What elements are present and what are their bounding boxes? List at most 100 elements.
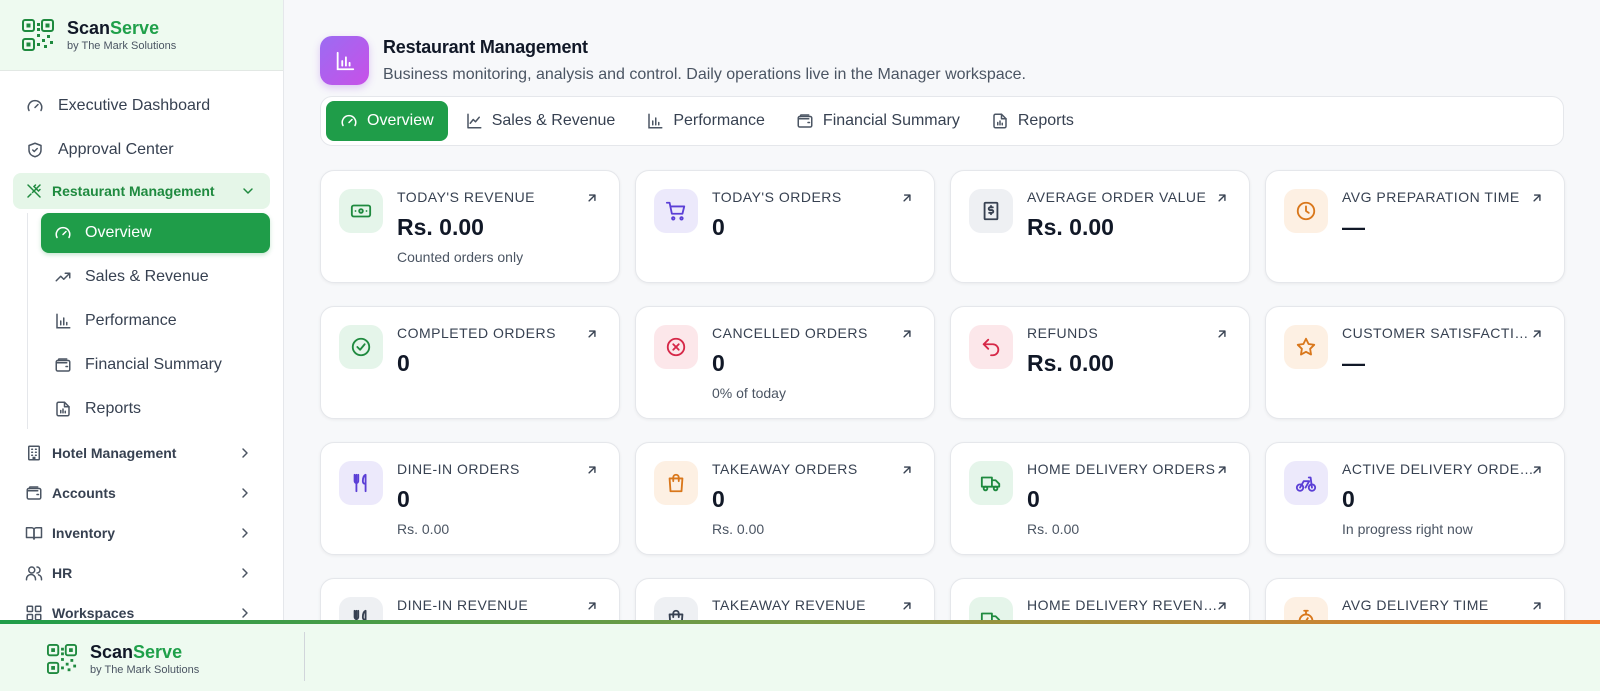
metric-value: Rs. 0.00 [1027, 350, 1114, 376]
sidebar-nav: Executive Dashboard Approval Center Rest… [0, 71, 283, 633]
line-chart-icon [465, 112, 483, 130]
metric-note: In progress right now [1342, 521, 1473, 537]
sidebar-section-inventory[interactable]: Inventory [0, 513, 283, 553]
check-circle-icon [339, 325, 383, 369]
sidebar-subitem-performance[interactable]: Performance [41, 301, 270, 341]
metric-value: 0 [397, 350, 410, 376]
sidebar-subitem-label: Reports [85, 400, 142, 417]
tab-overview[interactable]: Overview [326, 101, 448, 141]
brand-header[interactable]: ScanServe by The Mark Solutions [0, 0, 283, 71]
metric-value: 0 [712, 486, 725, 512]
metric-card-active-delivery-orders[interactable]: ACTIVE DELIVERY ORDERS 0 In progress rig… [1265, 442, 1565, 555]
sidebar-item-executive-dashboard[interactable]: Executive Dashboard [0, 84, 283, 128]
sidebar-section-accounts[interactable]: Accounts [0, 473, 283, 513]
metric-label: DINE-IN ORDERS [397, 461, 520, 477]
sidebar-subitem-label: Sales & Revenue [85, 268, 209, 285]
building-icon [25, 444, 43, 462]
sidebar-section-hr[interactable]: HR [0, 553, 283, 593]
arrow-up-right-icon[interactable] [900, 463, 914, 477]
shield-check-icon [25, 140, 45, 160]
footer-divider [304, 632, 305, 681]
metric-value: 0 [397, 486, 410, 512]
metric-card-completed-orders[interactable]: COMPLETED ORDERS 0 [320, 306, 620, 419]
metric-card-customer-satisfaction[interactable]: CUSTOMER SATISFACTION — [1265, 306, 1565, 419]
tab-financial-summary[interactable]: Financial Summary [782, 101, 974, 141]
x-circle-icon [654, 325, 698, 369]
cart-icon [654, 189, 698, 233]
arrow-up-right-icon[interactable] [900, 191, 914, 205]
metric-label: REFUNDS [1027, 325, 1099, 341]
page-header: Restaurant Management Business monitorin… [320, 36, 1026, 85]
sidebar-section-label: Inventory [52, 525, 116, 541]
sidebar-subitem-overview[interactable]: Overview [41, 213, 270, 253]
metric-label: TAKEAWAY ORDERS [712, 461, 858, 477]
file-chart-icon [54, 400, 72, 418]
gauge-icon [25, 96, 45, 116]
sidebar-group-restaurant-management[interactable]: Restaurant Management [13, 173, 270, 209]
metric-card-average-order-value[interactable]: AVERAGE ORDER VALUE Rs. 0.00 [950, 170, 1250, 283]
sidebar-item-approval-center[interactable]: Approval Center [0, 128, 283, 172]
banknote-icon [339, 189, 383, 233]
arrow-up-right-icon[interactable] [585, 191, 599, 205]
tab-reports[interactable]: Reports [977, 101, 1088, 141]
arrow-up-right-icon[interactable] [1215, 327, 1229, 341]
receipt-dollar-icon [969, 189, 1013, 233]
metric-value: — [1342, 350, 1365, 376]
sidebar-section-label: Accounts [52, 485, 116, 501]
metric-card-refunds[interactable]: REFUNDS Rs. 0.00 [950, 306, 1250, 419]
metric-card-avg-preparation-time[interactable]: AVG PREPARATION TIME — [1265, 170, 1565, 283]
sidebar-section-label: HR [52, 565, 73, 581]
book-icon [25, 524, 43, 542]
arrow-up-right-icon[interactable] [900, 599, 914, 613]
arrow-up-right-icon[interactable] [1530, 463, 1544, 477]
tab-sales-revenue[interactable]: Sales & Revenue [451, 101, 630, 141]
arrow-up-right-icon[interactable] [1530, 191, 1544, 205]
arrow-up-right-icon[interactable] [1530, 327, 1544, 341]
metric-card-takeaway-orders[interactable]: TAKEAWAY ORDERS 0 Rs. 0.00 [635, 442, 935, 555]
arrow-up-right-icon[interactable] [1215, 599, 1229, 613]
gauge-icon [340, 112, 358, 130]
arrow-up-right-icon[interactable] [1215, 463, 1229, 477]
chevron-right-icon [237, 445, 253, 461]
bar-chart-icon [646, 112, 664, 130]
arrow-up-right-icon[interactable] [1530, 599, 1544, 613]
tab-performance[interactable]: Performance [632, 101, 779, 141]
shopping-bag-icon [654, 461, 698, 505]
arrow-up-right-icon[interactable] [585, 327, 599, 341]
sidebar-section-hotel-management[interactable]: Hotel Management [0, 433, 283, 473]
bike-icon [1284, 461, 1328, 505]
sidebar-subitem-label: Overview [85, 224, 152, 241]
metric-card-cancelled-orders[interactable]: CANCELLED ORDERS 0 0% of today [635, 306, 935, 419]
tab-label: Reports [1017, 112, 1074, 129]
metric-value: 0 [712, 350, 725, 376]
metric-label: AVG DELIVERY TIME [1342, 597, 1489, 613]
sidebar-subitem-sales-revenue[interactable]: Sales & Revenue [41, 257, 270, 297]
chevron-right-icon [237, 565, 253, 581]
sidebar-section-label: Workspaces [52, 605, 135, 621]
chevron-right-icon [237, 605, 253, 621]
trending-up-icon [54, 268, 72, 286]
metric-note: Rs. 0.00 [712, 521, 765, 537]
sidebar-subitem-reports[interactable]: Reports [41, 389, 270, 429]
arrow-up-right-icon[interactable] [1215, 191, 1229, 205]
arrow-up-right-icon[interactable] [585, 463, 599, 477]
footer-accent-bar [0, 620, 1600, 624]
metric-note: 0% of today [712, 385, 786, 401]
metric-label: AVG PREPARATION TIME [1342, 189, 1520, 205]
metric-card-home-delivery-orders[interactable]: HOME DELIVERY ORDERS 0 Rs. 0.00 [950, 442, 1250, 555]
sidebar-subitem-financial-summary[interactable]: Financial Summary [41, 345, 270, 385]
metric-label: HOME DELIVERY ORDERS [1027, 461, 1216, 477]
chevron-down-icon [240, 183, 256, 199]
arrow-up-right-icon[interactable] [900, 327, 914, 341]
qr-logo-icon [22, 19, 54, 51]
main-content: Restaurant Management Business monitorin… [284, 0, 1600, 691]
metric-label: TAKEAWAY REVENUE [712, 597, 866, 613]
metric-card-todays-revenue[interactable]: TODAY'S REVENUE Rs. 0.00 Counted orders … [320, 170, 620, 283]
arrow-up-right-icon[interactable] [585, 599, 599, 613]
undo-icon [969, 325, 1013, 369]
metric-card-todays-orders[interactable]: TODAY'S ORDERS 0 [635, 170, 935, 283]
metric-value: 0 [712, 214, 725, 240]
sidebar-item-label: Approval Center [58, 141, 174, 158]
page-title: Restaurant Management [383, 37, 588, 57]
metric-card-dine-in-orders[interactable]: DINE-IN ORDERS 0 Rs. 0.00 [320, 442, 620, 555]
